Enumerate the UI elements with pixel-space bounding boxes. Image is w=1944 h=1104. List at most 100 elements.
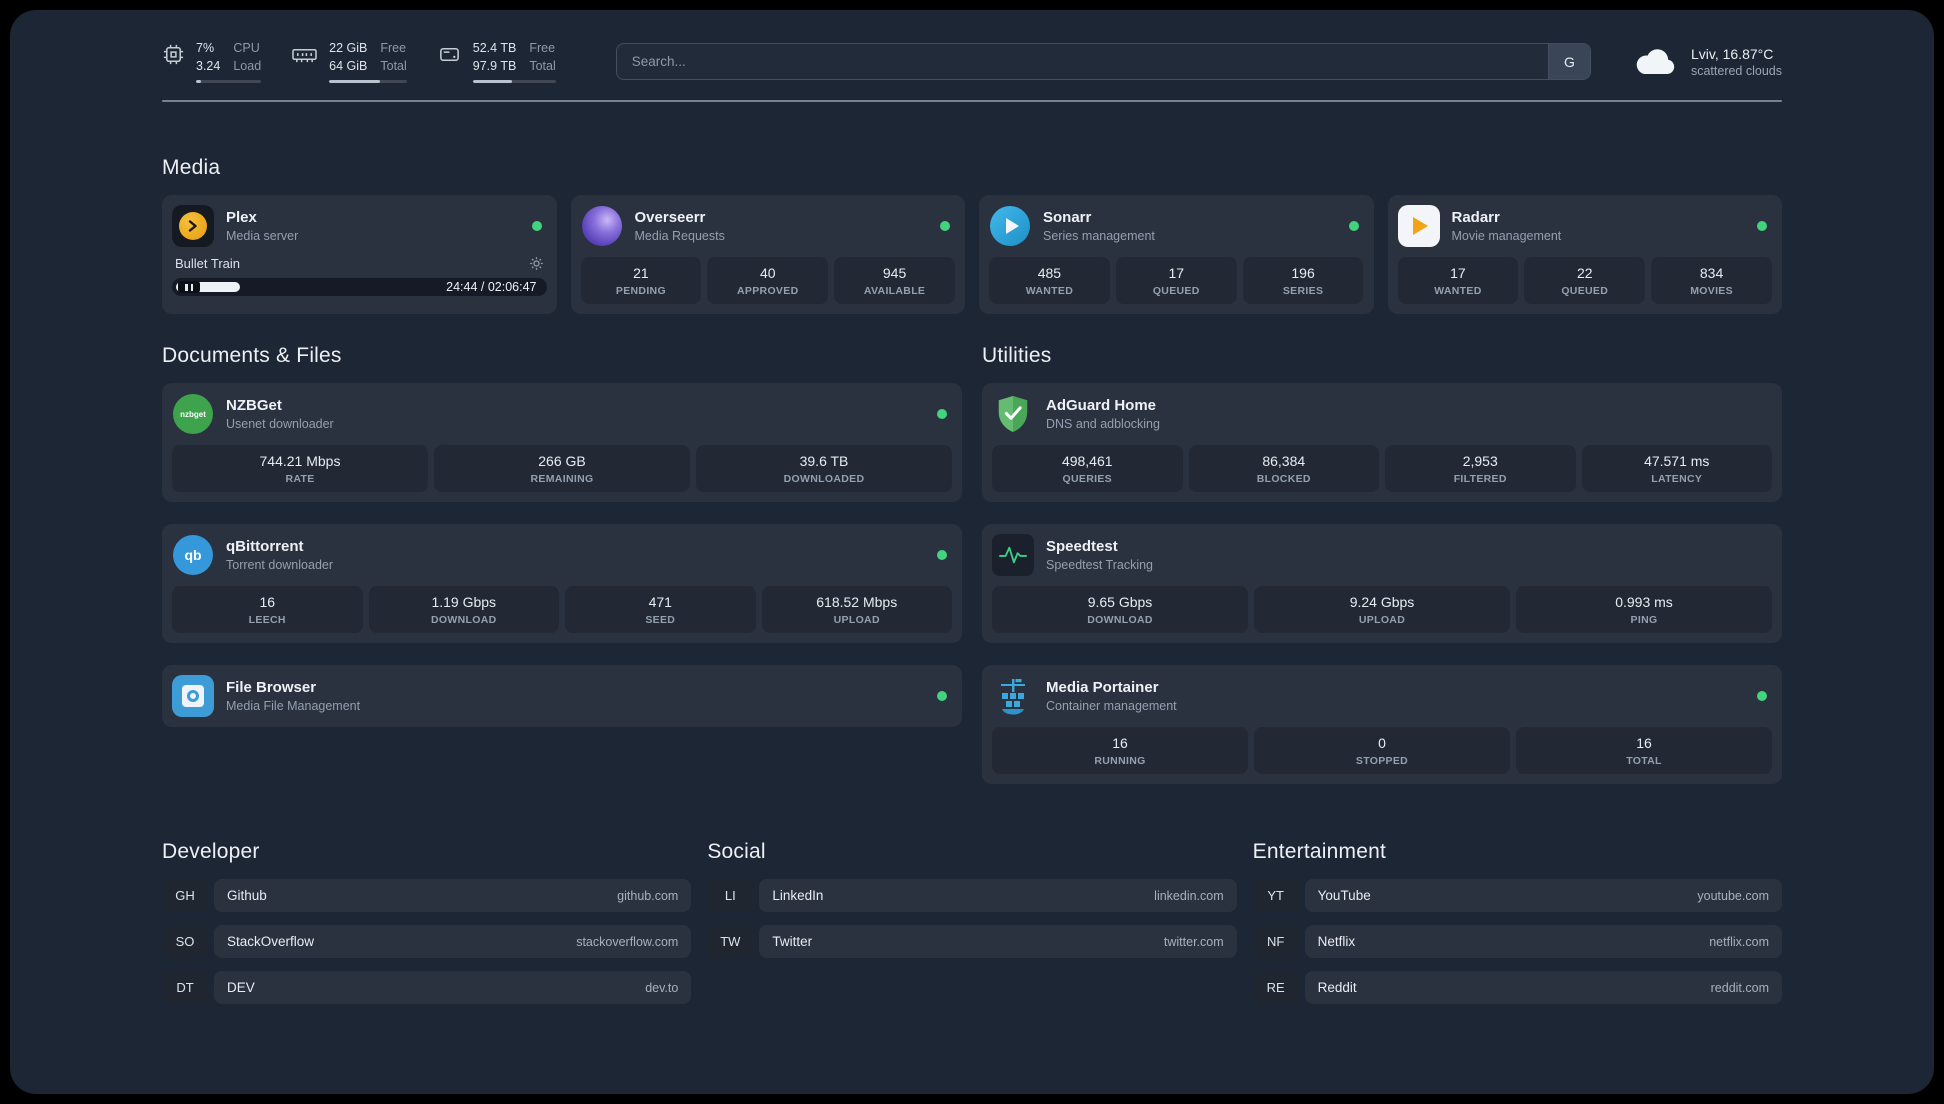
service-card-adguard[interactable]: AdGuard Home DNS and adblocking 498,461 … xyxy=(982,383,1782,502)
bookmark-url: github.com xyxy=(617,888,679,903)
stat-value: 266 GB xyxy=(538,453,586,469)
service-card-radarr[interactable]: Radarr Movie management 17 WANTED 22 QUE… xyxy=(1387,195,1782,314)
media-section: Media Plex Media server Bullet Train 24:… xyxy=(162,156,1782,314)
bookmark-youtube[interactable]: YT YouTube youtube.com xyxy=(1252,879,1782,912)
stat-value: 9.65 Gbps xyxy=(1087,594,1153,610)
service-card-overseerr[interactable]: Overseerr Media Requests 21 PENDING 40 A… xyxy=(570,195,965,314)
bookmark-url: youtube.com xyxy=(1697,888,1769,903)
playback-progress-bar[interactable]: 24:44 / 02:06:47 xyxy=(172,278,547,296)
bookmark-name: YouTube xyxy=(1317,888,1371,903)
disk-usage-bar xyxy=(472,80,556,83)
bookmark-github[interactable]: GH Github github.com xyxy=(162,879,692,912)
plex-icon xyxy=(172,205,214,247)
stat-value: 17 xyxy=(1168,265,1185,281)
stat-value: 0 xyxy=(1378,735,1386,751)
service-card-plex[interactable]: Plex Media server Bullet Train 24:44 / 0… xyxy=(162,195,557,314)
stat-value: 21 xyxy=(633,265,649,281)
weather-widget: Lviv, 16.87°C scattered clouds xyxy=(1631,45,1782,78)
overseerr-icon xyxy=(581,205,623,247)
stat-tile: 16 LEECH xyxy=(172,586,363,633)
search-input[interactable] xyxy=(616,44,1548,79)
service-card-filebrowser[interactable]: File Browser Media File Management xyxy=(162,665,962,727)
stat-tile: 86,384 BLOCKED xyxy=(1188,445,1379,492)
bookmark-netflix[interactable]: NF Netflix netflix.com xyxy=(1252,925,1782,958)
stat-value: 485 xyxy=(1037,265,1062,281)
disk-usage-bar-fill xyxy=(472,80,512,83)
stat-label: MOVIES xyxy=(1690,285,1733,297)
card-subtitle: Series management xyxy=(1043,229,1155,243)
bookmark-stackoverflow[interactable]: SO StackOverflow stackoverflow.com xyxy=(162,925,692,958)
stat-label: RATE xyxy=(285,473,315,485)
gear-icon[interactable] xyxy=(529,256,544,271)
search-bar: G xyxy=(615,43,1591,80)
bookmark-name: StackOverflow xyxy=(227,934,315,949)
weather-condition: scattered clouds xyxy=(1690,63,1782,78)
stat-tile: 40 APPROVED xyxy=(707,257,829,304)
stat-tile: 0.993 ms PING xyxy=(1516,586,1772,633)
stat-tile: 16 TOTAL xyxy=(1516,727,1772,774)
bookmark-group-social: Social LI LinkedIn linkedin.com TW Twitt… xyxy=(707,840,1237,1004)
status-dot xyxy=(937,550,947,560)
stat-label: AVAILABLE xyxy=(863,285,926,297)
service-card-sonarr[interactable]: Sonarr Series management 485 WANTED 17 Q… xyxy=(979,195,1374,314)
bookmark-abbr: YT xyxy=(1252,879,1299,912)
adguard-icon xyxy=(992,393,1034,435)
ram-icon xyxy=(291,43,318,66)
bookmark-url: dev.to xyxy=(645,980,679,995)
stat-value: 196 xyxy=(1291,265,1315,281)
dashboard-screen: 7% 3.24 CPU Load 22 GiB 64 GiB Free Tota… xyxy=(10,10,1934,1094)
stat-tile: 39.6 TB DOWNLOADED xyxy=(696,445,952,492)
filebrowser-icon xyxy=(172,675,214,717)
stat-value: 16 xyxy=(259,594,276,610)
status-dot xyxy=(1757,691,1767,701)
stat-label: STOPPED xyxy=(1355,755,1409,767)
stat-label: QUEUED xyxy=(1152,285,1200,297)
top-bar: 7% 3.24 CPU Load 22 GiB 64 GiB Free Tota… xyxy=(162,40,1782,83)
stat-value: 498,461 xyxy=(1061,453,1113,469)
stat-tile: 17 WANTED xyxy=(1397,257,1519,304)
stat-tile: 47.571 ms LATENCY xyxy=(1581,445,1772,492)
bookmark-group-entertainment: Entertainment YT YouTube youtube.com NF xyxy=(1252,840,1782,1004)
ram-total-value: 64 GiB xyxy=(329,58,368,73)
stat-tile: 17 QUEUED xyxy=(1115,257,1237,304)
stat-value: 2,953 xyxy=(1462,453,1498,469)
documents-heading: Documents & Files xyxy=(162,344,342,367)
entertainment-heading: Entertainment xyxy=(1252,840,1386,863)
bookmark-dev[interactable]: DT DEV dev.to xyxy=(162,971,692,1004)
ram-usage-bar-fill xyxy=(329,80,381,83)
service-card-portainer[interactable]: Media Portainer Container management 16 … xyxy=(982,665,1782,784)
stat-label: LEECH xyxy=(248,614,286,626)
ram-total-label: Total xyxy=(380,58,407,73)
cpu-usage-bar xyxy=(196,80,262,83)
bookmark-linkedin[interactable]: LI LinkedIn linkedin.com xyxy=(707,879,1237,912)
search-provider-button[interactable]: G xyxy=(1547,44,1590,79)
stat-label: WANTED xyxy=(1434,285,1482,297)
ram-usage-bar xyxy=(329,80,407,83)
bookmark-twitter[interactable]: TW Twitter twitter.com xyxy=(707,925,1237,958)
stat-label: SEED xyxy=(645,614,676,626)
bookmark-name: DEV xyxy=(227,980,255,995)
qbittorrent-icon: qb xyxy=(172,534,214,576)
bookmark-url: netflix.com xyxy=(1709,934,1769,949)
service-card-nzbget[interactable]: nzbget NZBGet Usenet downloader 744.21 M… xyxy=(162,383,962,502)
ram-free-label: Free xyxy=(380,41,407,55)
sonarr-icon xyxy=(989,205,1031,247)
bookmark-name: Netflix xyxy=(1317,934,1356,949)
nzbget-icon: nzbget xyxy=(172,393,214,435)
service-card-speedtest[interactable]: Speedtest Speedtest Tracking 9.65 Gbps D… xyxy=(982,524,1782,643)
card-title: File Browser xyxy=(226,679,317,696)
stat-tile: 945 AVAILABLE xyxy=(834,257,955,304)
card-subtitle: Usenet downloader xyxy=(226,417,334,431)
stat-label: QUERIES xyxy=(1062,473,1112,485)
disk-free-label: Free xyxy=(529,41,556,55)
service-card-qbittorrent[interactable]: qb qBittorrent Torrent downloader 16 LEE… xyxy=(162,524,962,643)
disk-icon xyxy=(437,43,462,66)
status-dot xyxy=(937,409,947,419)
stat-value: 40 xyxy=(759,265,776,281)
stat-label: TOTAL xyxy=(1626,755,1662,767)
bookmark-reddit[interactable]: RE Reddit reddit.com xyxy=(1252,971,1782,1004)
stat-tile: 2,953 FILTERED xyxy=(1385,445,1576,492)
pause-button[interactable] xyxy=(178,281,200,293)
stat-value: 744.21 Mbps xyxy=(259,453,341,469)
stat-tile: 744.21 Mbps RATE xyxy=(172,445,428,492)
